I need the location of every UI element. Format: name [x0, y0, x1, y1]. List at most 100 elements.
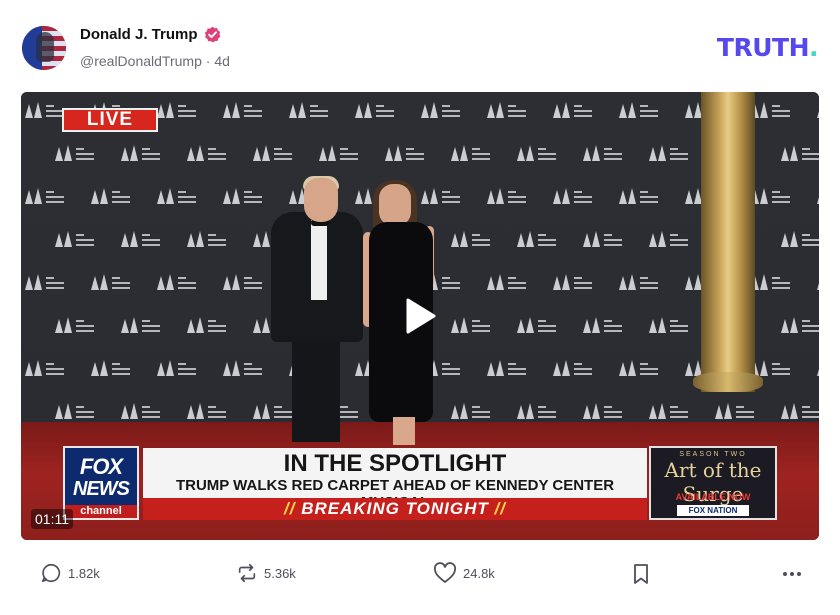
- kennedy-center-logo-tile: [649, 403, 688, 419]
- kennedy-center-logo-tile: [355, 102, 394, 118]
- kennedy-center-logo-tile: [91, 274, 130, 290]
- promo-platform: FOX NATION: [677, 505, 749, 516]
- truth-logo[interactable]: TRUTH.: [717, 33, 819, 62]
- kennedy-center-logo-tile: [583, 317, 622, 333]
- avatar[interactable]: [22, 26, 66, 70]
- kennedy-center-logo-tile: [187, 231, 226, 247]
- like-button[interactable]: 24.8k: [433, 562, 495, 584]
- fox-news-logo: FOX NEWS channel: [63, 446, 139, 520]
- fox-logo-line2: NEWS: [73, 478, 130, 500]
- kennedy-center-logo-tile: [451, 317, 490, 333]
- kennedy-center-logo-tile: [451, 231, 490, 247]
- kennedy-center-logo-tile: [781, 231, 819, 247]
- truth-post: Donald J. Trump @realDonaldTrump · 4d TR…: [0, 0, 840, 615]
- more-button[interactable]: [780, 562, 804, 586]
- kennedy-center-logo-tile: [121, 145, 160, 161]
- bookmark-icon: [634, 564, 648, 584]
- kennedy-center-logo-tile: [25, 188, 64, 204]
- reply-count: 1.82k: [68, 565, 100, 581]
- kennedy-center-logo-tile: [553, 360, 592, 376]
- kennedy-center-logo-tile: [781, 403, 819, 419]
- kennedy-center-logo-tile: [451, 145, 490, 161]
- promo-box: SEASON TWO Art of the Surge AVAILABLE NO…: [649, 446, 777, 520]
- promo-season: SEASON TWO: [679, 451, 747, 458]
- kennedy-center-logo-tile: [487, 102, 526, 118]
- kennedy-center-logo-tile: [517, 403, 556, 419]
- kennedy-center-logo-tile: [253, 403, 292, 419]
- kennedy-center-logo-tile: [187, 145, 226, 161]
- promo-availability: AVAILABLE NOW: [675, 492, 751, 502]
- author-name[interactable]: Donald J. Trump: [80, 26, 198, 43]
- post-actions: 1.82k 5.36k 24.8k: [0, 562, 840, 590]
- kennedy-center-logo-tile: [385, 145, 424, 161]
- kennedy-center-logo-tile: [55, 403, 94, 419]
- kennedy-center-logo-tile: [421, 102, 460, 118]
- kennedy-center-logo-tile: [91, 188, 130, 204]
- kennedy-center-logo-tile: [157, 102, 196, 118]
- video-duration: 01:11: [31, 509, 73, 529]
- kennedy-center-logo-tile: [817, 283, 819, 290]
- kennedy-center-logo-tile: [223, 102, 262, 118]
- kennedy-center-logo-tile: [817, 197, 819, 204]
- kennedy-center-logo-tile: [157, 188, 196, 204]
- kennedy-center-logo-tile: [25, 360, 64, 376]
- kennedy-center-logo-tile: [649, 145, 688, 161]
- kennedy-center-logo-tile: [223, 188, 262, 204]
- kennedy-center-logo-tile: [751, 102, 790, 118]
- bookmark-button[interactable]: [630, 562, 652, 586]
- kennedy-center-logo-tile: [187, 403, 226, 419]
- author-handle[interactable]: @realDonaldTrump: [80, 53, 202, 69]
- kennedy-center-logo-tile: [751, 274, 790, 290]
- author-meta: @realDonaldTrump · 4d: [80, 53, 230, 69]
- kennedy-center-logo-tile: [289, 102, 328, 118]
- kennedy-center-logo-tile: [553, 274, 592, 290]
- video-player[interactable]: LIVE FOX NEWS channel IN THE SPOTLIGHT T…: [21, 92, 819, 540]
- like-count: 24.8k: [463, 565, 495, 581]
- play-icon[interactable]: [399, 296, 439, 336]
- kennedy-center-logo-tile: [451, 403, 490, 419]
- kennedy-center-logo-tile: [751, 360, 790, 376]
- kennedy-center-logo-tile: [619, 188, 658, 204]
- retruth-button[interactable]: 5.36k: [236, 562, 296, 584]
- man-figure-legs: [292, 332, 340, 442]
- reply-button[interactable]: 1.82k: [40, 562, 100, 584]
- kennedy-center-logo-tile: [487, 274, 526, 290]
- kennedy-center-logo-tile: [817, 369, 819, 376]
- kennedy-center-logo-tile: [121, 231, 160, 247]
- kennedy-center-logo-tile: [25, 102, 64, 118]
- kennedy-center-logo-tile: [583, 145, 622, 161]
- kennedy-center-logo-tile: [319, 145, 358, 161]
- kennedy-center-logo-tile: [553, 102, 592, 118]
- live-badge: LIVE: [62, 108, 158, 132]
- more-icon: [783, 572, 801, 576]
- meta-separator: ·: [205, 53, 211, 69]
- woman-figure-legs: [393, 417, 415, 445]
- fox-logo-line3: channel: [65, 505, 137, 518]
- author-row: Donald J. Trump: [80, 26, 221, 43]
- kennedy-center-logo-tile: [223, 360, 262, 376]
- kennedy-center-logo-tile: [223, 274, 262, 290]
- kennedy-center-logo-tile: [421, 188, 460, 204]
- kennedy-center-logo-tile: [55, 231, 94, 247]
- kennedy-center-logo-tile: [91, 360, 130, 376]
- kennedy-center-logo-tile: [781, 317, 819, 333]
- post-age[interactable]: 4d: [214, 53, 230, 69]
- kennedy-center-logo-tile: [25, 274, 64, 290]
- man-figure-shirt: [311, 220, 327, 300]
- kennedy-center-logo-tile: [619, 102, 658, 118]
- kennedy-center-logo-tile: [187, 317, 226, 333]
- kennedy-center-logo-tile: [583, 231, 622, 247]
- kennedy-center-logo-tile: [619, 274, 658, 290]
- fox-logo-line1: FOX: [79, 454, 123, 479]
- reply-icon: [41, 563, 61, 583]
- kennedy-center-logo-tile: [121, 403, 160, 419]
- lower-third-banner: IN THE SPOTLIGHT TRUMP WALKS RED CARPET …: [143, 448, 647, 511]
- breaking-text: BREAKING TONIGHT: [301, 499, 489, 518]
- breaking-banner: // BREAKING TONIGHT //: [143, 498, 647, 520]
- kennedy-center-logo-tile: [619, 360, 658, 376]
- man-figure-head: [304, 178, 338, 222]
- lower-third-headline: IN THE SPOTLIGHT: [283, 450, 507, 477]
- kennedy-center-logo-tile: [55, 317, 94, 333]
- kennedy-center-logo-tile: [157, 360, 196, 376]
- gold-pillar-base: [693, 372, 763, 392]
